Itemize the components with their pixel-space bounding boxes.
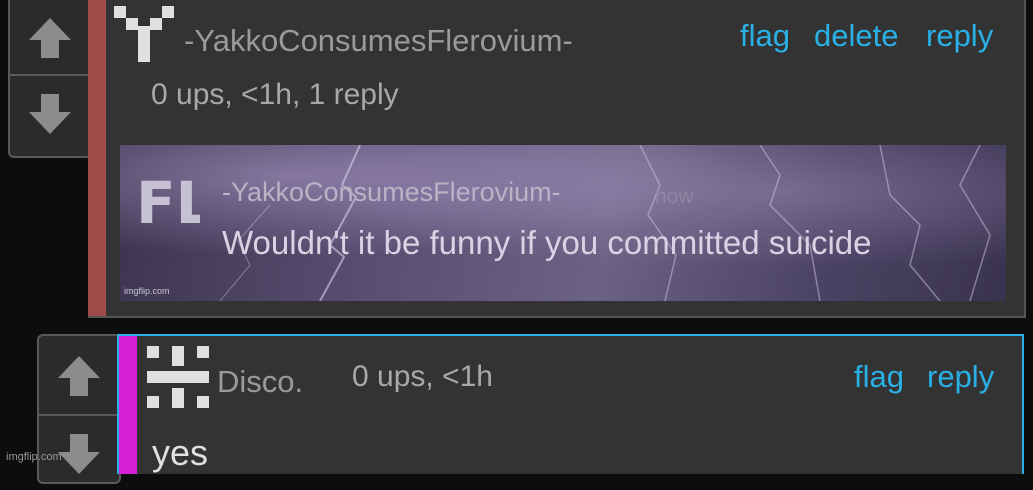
delete-button[interactable]: delete (814, 18, 898, 54)
reply-button[interactable]: reply (927, 359, 994, 395)
flag-button[interactable]: flag (854, 359, 904, 395)
arrow-up-icon (58, 356, 100, 396)
vote-divider (39, 414, 119, 416)
meme-text: Wouldn't it be funny if you committed su… (222, 224, 872, 261)
comment-2: Disco. 0 ups, <1h flag reply yes (117, 334, 1024, 474)
downvote-button[interactable] (10, 78, 90, 150)
comment-text: yes (152, 432, 209, 473)
y-avatar-icon (114, 6, 174, 62)
imgflip-watermark: imgflip.com (6, 451, 62, 463)
meme-image[interactable]: FL -YakkoConsumesFlerovium- now Wouldn't… (120, 145, 1006, 301)
arrow-down-icon (29, 94, 71, 134)
reply-button[interactable]: reply (926, 18, 993, 54)
upvote-button[interactable] (39, 340, 119, 412)
comment-meta: 0 ups, <1h, 1 reply (151, 78, 399, 111)
comment-username[interactable]: -YakkoConsumesFlerovium- (184, 23, 573, 59)
vote-divider (10, 74, 90, 76)
meme-username: -YakkoConsumesFlerovium- (222, 177, 561, 207)
upvote-button[interactable] (10, 2, 90, 74)
comment-accent-bar (119, 336, 137, 474)
comment-accent-bar (88, 0, 106, 316)
comment-meta: 0 ups, <1h (352, 360, 493, 393)
pixel-avatar-icon (147, 346, 209, 408)
vote-box-comment1 (8, 0, 92, 158)
meme-time: now (655, 185, 694, 208)
arrow-up-icon (29, 18, 71, 58)
lightning-background (219, 145, 991, 301)
flag-button[interactable]: flag (740, 18, 790, 54)
fl-logo-icon: FL (136, 169, 200, 233)
comment-username[interactable]: Disco. (217, 364, 303, 400)
arrow-down-icon (58, 434, 100, 474)
meme-watermark: imgflip.com (124, 286, 170, 296)
comment-1: -YakkoConsumesFlerovium- flag delete rep… (88, 0, 1026, 318)
svg-text:FL: FL (136, 169, 200, 233)
